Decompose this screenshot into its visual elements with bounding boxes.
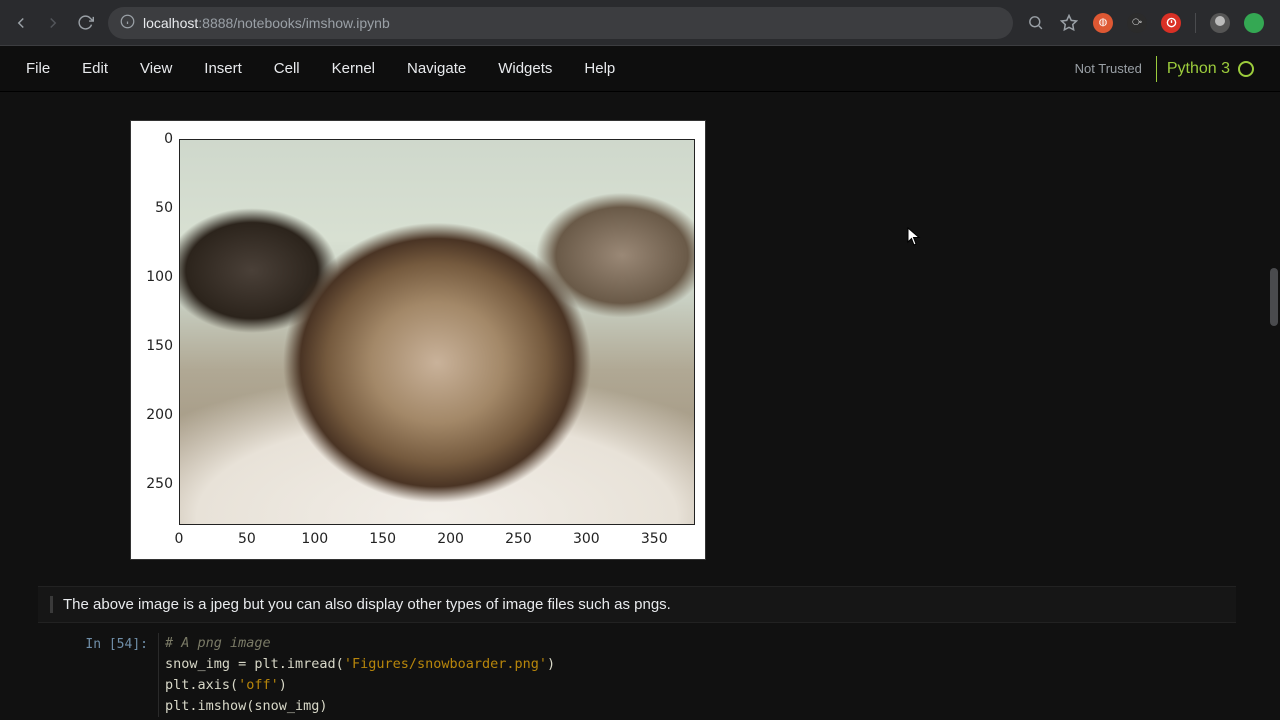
kernel-name[interactable]: Python 3 bbox=[1167, 60, 1230, 78]
y-tick: 200 bbox=[146, 407, 173, 423]
menu-help[interactable]: Help bbox=[584, 60, 615, 77]
x-tick: 350 bbox=[641, 531, 668, 547]
back-button[interactable] bbox=[10, 12, 32, 34]
code-line: plt.imshow(snow_img) bbox=[165, 696, 555, 717]
extension-icon-1[interactable]: ◍ bbox=[1093, 13, 1113, 33]
kernel-status-icon[interactable] bbox=[1238, 61, 1254, 77]
markdown-text: The above image is a jpeg but you can al… bbox=[50, 596, 1236, 613]
url-text: localhost:8888/notebooks/imshow.ipynb bbox=[143, 15, 390, 31]
search-icon[interactable] bbox=[1025, 13, 1045, 33]
nav-buttons bbox=[10, 12, 96, 34]
code-editor[interactable]: # A png imagesnow_img = plt.imread('Figu… bbox=[158, 633, 555, 717]
input-prompt: In [54]: bbox=[38, 633, 158, 717]
x-tick: 200 bbox=[437, 531, 464, 547]
trust-indicator[interactable]: Not Trusted bbox=[1075, 61, 1142, 76]
menu-cell[interactable]: Cell bbox=[274, 60, 300, 77]
extension-icon-2[interactable]: ⧂ bbox=[1127, 13, 1147, 33]
x-tick: 300 bbox=[573, 531, 600, 547]
notebook-menubar: File Edit View Insert Cell Kernel Navigate Widg… bbox=[0, 46, 1280, 92]
kernel-separator bbox=[1156, 56, 1157, 82]
markdown-cell[interactable]: The above image is a jpeg but you can al… bbox=[38, 586, 1236, 623]
profile-avatar[interactable] bbox=[1210, 13, 1230, 33]
menu-insert[interactable]: Insert bbox=[204, 60, 242, 77]
toolbar-actions: ◍ ⧂ bbox=[1025, 13, 1270, 33]
menu-widgets[interactable]: Widgets bbox=[498, 60, 552, 77]
reload-button[interactable] bbox=[74, 12, 96, 34]
menu-navigate[interactable]: Navigate bbox=[407, 60, 466, 77]
toolbar-separator bbox=[1195, 13, 1196, 33]
forward-button[interactable] bbox=[42, 12, 64, 34]
y-tick: 150 bbox=[146, 338, 173, 354]
extension-icon-3[interactable] bbox=[1161, 13, 1181, 33]
bookmark-star-icon[interactable] bbox=[1059, 13, 1079, 33]
menu-kernel[interactable]: Kernel bbox=[332, 60, 375, 77]
output-figure: 0 50 100 150 200 250 0 50 100 150 200 250 300 350 bbox=[130, 120, 706, 560]
menu-view[interactable]: View bbox=[140, 60, 172, 77]
notebook-area: 0 50 100 150 200 250 0 50 100 150 200 250 300 350 Th… bbox=[0, 92, 1280, 720]
code-cell[interactable]: In [54]: # A png imagesnow_img = plt.imr… bbox=[38, 633, 1236, 717]
x-tick: 150 bbox=[369, 531, 396, 547]
y-tick: 250 bbox=[146, 476, 173, 492]
y-tick: 0 bbox=[164, 131, 173, 147]
x-tick: 100 bbox=[301, 531, 328, 547]
code-line: snow_img = plt.imread('Figures/snowboard… bbox=[165, 654, 555, 675]
y-tick: 100 bbox=[146, 269, 173, 285]
x-tick: 0 bbox=[175, 531, 184, 547]
y-tick: 50 bbox=[155, 200, 173, 216]
menu-file[interactable]: File bbox=[26, 60, 50, 77]
browser-toolbar: localhost:8888/notebooks/imshow.ipynb ◍ … bbox=[0, 0, 1280, 46]
imshow-image bbox=[179, 139, 695, 525]
x-tick: 50 bbox=[238, 531, 256, 547]
x-tick: 250 bbox=[505, 531, 532, 547]
code-line: plt.axis('off') bbox=[165, 675, 555, 696]
menu-edit[interactable]: Edit bbox=[82, 60, 108, 77]
address-bar[interactable]: localhost:8888/notebooks/imshow.ipynb bbox=[108, 7, 1013, 39]
extension-icon-4[interactable] bbox=[1244, 13, 1264, 33]
code-line: # A png image bbox=[165, 633, 555, 654]
site-info-icon[interactable] bbox=[120, 14, 135, 32]
scrollbar-thumb[interactable] bbox=[1270, 268, 1278, 326]
